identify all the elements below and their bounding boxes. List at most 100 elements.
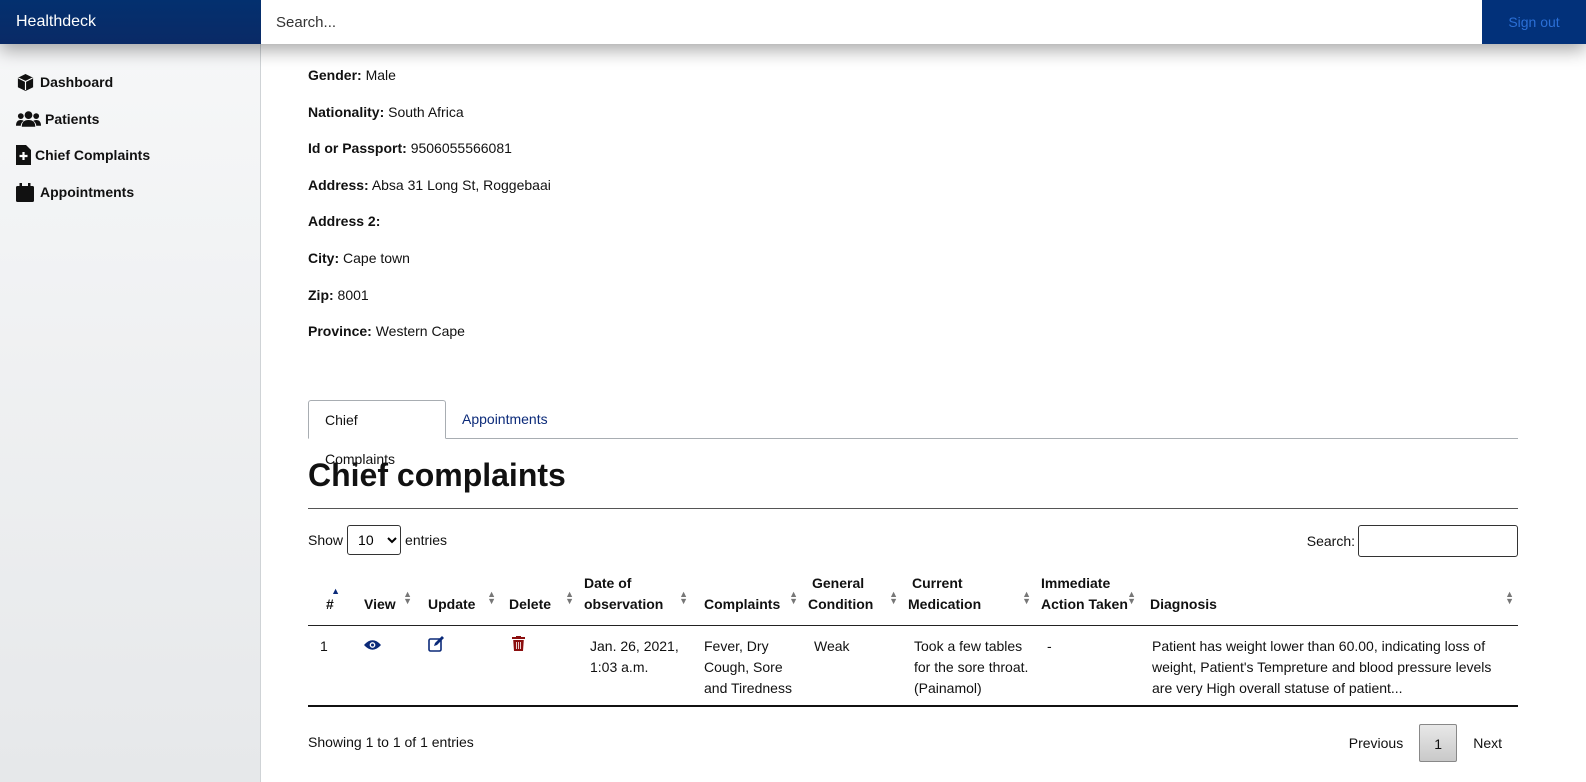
zip-field: Zip: 8001 [308, 287, 369, 303]
search-input[interactable] [261, 0, 1482, 44]
sidebar-item-dashboard[interactable]: Dashboard [0, 64, 260, 101]
field-value: Male [365, 67, 396, 83]
sort-icon: ▲ ▼ [403, 589, 412, 606]
header-label: Delete [509, 596, 552, 612]
col-header-update[interactable]: ▲ ▼ Update [416, 569, 500, 626]
sort-icon: ▲ ▼ [487, 589, 496, 606]
sidebar-item-appointments[interactable]: Appointments [0, 174, 260, 211]
address2-field: Address 2: [308, 213, 380, 229]
sidebar-item-label: Dashboard [40, 74, 114, 91]
trash-icon[interactable] [512, 636, 525, 657]
sidebar-item-label: Patients [45, 110, 100, 127]
header-label: Date of observation [584, 575, 664, 612]
nationality-field: Nationality: South Africa [308, 104, 464, 120]
cube-icon [16, 72, 38, 92]
tab-bar: Chief Complaints Appointments [308, 400, 1518, 467]
cell-num: 1 [308, 625, 352, 707]
cell-date: Jan. 26, 2021, 1:03 a.m. [578, 625, 692, 707]
col-header-medication[interactable]: ▲ ▼ Current Medication [902, 569, 1035, 626]
cell-medication: Took a few tables for the sore throat. (… [902, 625, 1035, 707]
table-search-input[interactable] [1358, 525, 1518, 557]
sort-icon: ▲ ▼ [679, 589, 688, 606]
sidebar-item-chief-complaints[interactable]: Chief Complaints [0, 137, 260, 174]
sidebar-item-patients[interactable]: Patients [0, 101, 260, 138]
file-medical-icon [16, 145, 33, 166]
section-title: Chief complaints [308, 457, 566, 493]
sort-asc-icon: ▲ [331, 586, 340, 596]
header-label: # [326, 596, 334, 612]
complaints-table: ▲ # ▲ ▼ View ▲ ▼ Update ▲ ▼ Delete ▲ ▼ Date of ob… [308, 569, 1518, 707]
cell-delete [500, 625, 578, 707]
eye-icon[interactable] [364, 636, 381, 657]
page-1-button[interactable]: 1 [1419, 724, 1458, 762]
col-header-delete[interactable]: ▲ ▼ Delete [500, 569, 578, 626]
field-value: Absa 31 Long St, Roggebaai [371, 177, 551, 193]
sort-icon: ▲ ▼ [789, 589, 798, 606]
page-size-select[interactable]: 10 [347, 525, 402, 555]
cell-action: - [1035, 625, 1140, 707]
field-value: South Africa [388, 104, 464, 120]
field-label: Address: [308, 177, 369, 193]
sort-icon: ▲ ▼ [1127, 589, 1136, 606]
sign-out-link[interactable]: Sign out [1482, 0, 1586, 44]
next-button[interactable]: Next [1457, 724, 1518, 762]
calendar-icon [16, 182, 38, 202]
table-row: 1 Jan. 26, 2021, 1:03 a.m. Fever, Dry Co… [308, 625, 1518, 707]
field-value: 8001 [337, 287, 369, 303]
col-header-view[interactable]: ▲ ▼ View [352, 569, 416, 626]
show-label: Show [308, 532, 344, 548]
field-value: 9506055566081 [410, 140, 512, 156]
tab-appointments[interactable]: Appointments [446, 400, 564, 439]
sort-icon: ▲ ▼ [1022, 589, 1031, 606]
id-passport-field: Id or Passport: 9506055566081 [308, 140, 512, 156]
col-header-diagnosis[interactable]: ▲ ▼ Diagnosis [1140, 569, 1518, 626]
province-field: Province: Western Cape [308, 323, 465, 339]
header-label: Update [428, 596, 476, 612]
brand-logo[interactable]: Healthdeck [0, 0, 261, 44]
header-label: Complaints [704, 596, 781, 612]
table-info: Showing 1 to 1 of 1 entries [308, 734, 474, 750]
edit-icon[interactable] [428, 636, 445, 658]
users-icon [16, 109, 43, 129]
field-value: Cape town [343, 250, 410, 266]
header-label: General Condition [808, 575, 874, 612]
col-header-condition[interactable]: ▲ ▼ General Condition [802, 569, 902, 626]
col-header-date[interactable]: ▲ ▼ Date of observation [578, 569, 692, 626]
cell-complaints: Fever, Dry Cough, Sore and Tiredness [692, 625, 802, 707]
sidebar-item-label: Chief Complaints [35, 147, 151, 164]
field-label: Nationality: [308, 104, 385, 120]
cell-diagnosis: Patient has weight lower than 60.00, ind… [1140, 625, 1518, 707]
sidebar-item-label: Appointments [40, 184, 135, 201]
field-label: Province: [308, 323, 372, 339]
pagination: Previous 1 Next [1333, 724, 1518, 762]
cell-view [352, 625, 416, 707]
field-label: Id or Passport: [308, 140, 407, 156]
divider [308, 508, 1518, 509]
header-label: Immediate Action Taken [1041, 575, 1128, 612]
col-header-num[interactable]: ▲ # [308, 569, 352, 626]
sidebar: Dashboard Patients Chief Complaints Appo… [0, 44, 261, 782]
address-field: Address: Absa 31 Long St, Roggebaai [308, 177, 551, 193]
field-value: Western Cape [375, 323, 465, 339]
sort-icon: ▲ ▼ [889, 589, 898, 606]
header-label: Current Medication [908, 575, 982, 612]
page-size-control: Show 10 entries [308, 525, 447, 555]
city-field: City: Cape town [308, 250, 410, 266]
field-label: Zip: [308, 287, 334, 303]
top-navbar: Healthdeck Sign out [0, 0, 1586, 44]
cell-condition: Weak [802, 625, 902, 707]
col-header-action[interactable]: ▲ ▼ Immediate Action Taken [1035, 569, 1140, 626]
cell-update [416, 625, 500, 707]
sort-icon: ▲ ▼ [565, 589, 574, 606]
gender-field: Gender: Male [308, 67, 396, 83]
col-header-complaints[interactable]: ▲ ▼ Complaints [692, 569, 802, 626]
table-header-row: ▲ # ▲ ▼ View ▲ ▼ Update ▲ ▼ Delete ▲ ▼ Date of ob… [308, 569, 1518, 626]
header-label: Diagnosis [1150, 596, 1217, 612]
table-search-label: Search: [1306, 533, 1355, 549]
field-label: City: [308, 250, 340, 266]
previous-button[interactable]: Previous [1333, 724, 1419, 762]
tab-chief-complaints[interactable]: Chief Complaints [308, 400, 446, 467]
entries-label: entries [405, 532, 448, 548]
table-search: Search: [1307, 525, 1518, 557]
field-label: Address 2: [308, 213, 381, 229]
